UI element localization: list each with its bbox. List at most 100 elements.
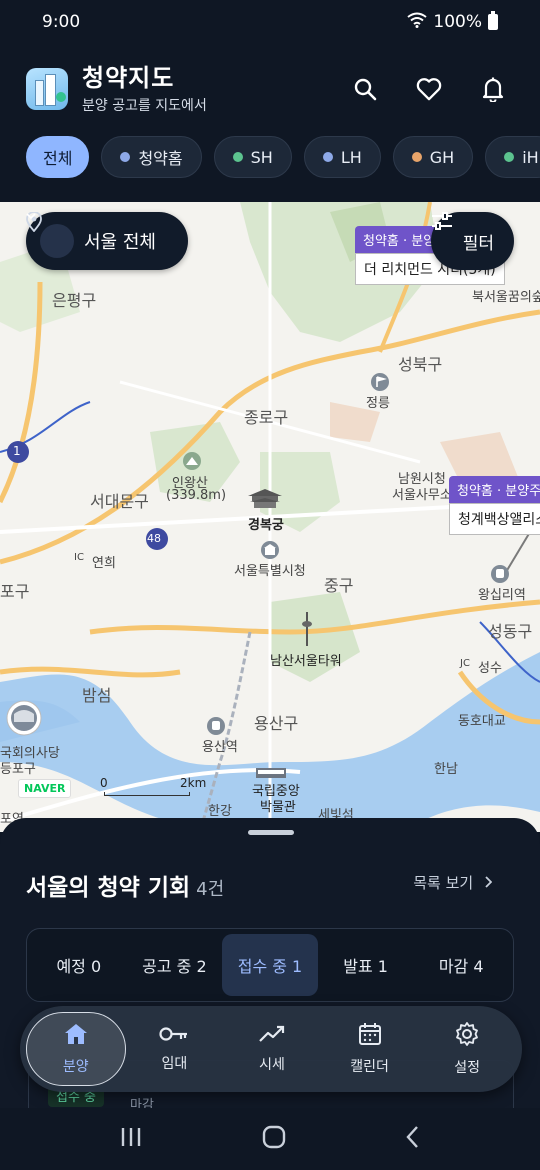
nav-label: 임대 xyxy=(161,1056,188,1072)
chip-all[interactable]: 전체 xyxy=(26,136,90,178)
battery-percent: 100% xyxy=(433,12,482,32)
dot-icon xyxy=(232,152,243,162)
location-selector-button[interactable]: 서울 전체 xyxy=(26,212,188,270)
dot-icon xyxy=(322,152,333,162)
map-label: 포구 xyxy=(0,582,30,601)
map-label: 용산구 xyxy=(254,714,299,733)
app-logo xyxy=(26,68,68,110)
wifi-icon xyxy=(407,12,428,33)
map-label: 북서울꿈의숲 xyxy=(472,290,540,305)
app-subtitle: 분양 공고를 지도에서 xyxy=(82,98,207,114)
nav-label: 캘린더 xyxy=(350,1059,389,1075)
map-label: 연희 xyxy=(92,556,116,571)
dot-icon xyxy=(411,152,422,162)
status-tabs: 예정 0 공고 중 2 접수 중 1 발표 1 마감 4 xyxy=(26,928,514,1002)
tab-accepting[interactable]: 접수 중 1 xyxy=(222,934,318,996)
chip-label: GH xyxy=(429,147,455,167)
nav-item-settings[interactable]: 설정 xyxy=(418,1012,516,1086)
map-label: IC xyxy=(74,552,84,563)
nav-label: 시세 xyxy=(259,1057,285,1073)
map-label: 서울특별시청 xyxy=(234,564,306,579)
map-label: 성북구 xyxy=(398,355,443,374)
app-title: 청약지도 xyxy=(82,64,175,92)
home-icon xyxy=(63,1022,89,1050)
dot-icon xyxy=(504,152,515,162)
chip-gh[interactable]: GH xyxy=(392,136,474,178)
battery-icon xyxy=(488,11,498,30)
chip-label: LH xyxy=(340,147,362,167)
dot-icon xyxy=(120,152,131,162)
map-label: 밤섬 xyxy=(82,686,112,705)
key-icon xyxy=(159,1025,189,1047)
map-marker[interactable]: 청약홈 · 분양주택 청계백상앨리스 xyxy=(449,476,540,535)
map-label: 서대문구 xyxy=(90,492,149,511)
home-button-icon[interactable] xyxy=(261,1124,287,1154)
scale-start: 0 xyxy=(100,776,108,790)
back-icon[interactable] xyxy=(405,1125,421,1153)
tab-results[interactable]: 발표 1 xyxy=(318,934,414,996)
chip-label: iH xyxy=(522,147,539,167)
nav-item-calendar[interactable]: 캘린더 xyxy=(321,1012,419,1086)
nav-item-sale[interactable]: 분양 xyxy=(26,1012,126,1086)
map-label: 한남 xyxy=(434,762,458,777)
system-navigation xyxy=(0,1108,540,1170)
search-icon[interactable] xyxy=(352,76,378,102)
recent-apps-icon[interactable] xyxy=(119,1126,143,1152)
chip-sh[interactable]: SH xyxy=(213,136,292,178)
naver-logo: NAVER xyxy=(18,779,72,798)
chevron-right-icon xyxy=(484,874,493,892)
map-label: 정릉 xyxy=(366,396,390,411)
status-bar: 9:00 100% xyxy=(0,0,540,44)
list-view-label: 목록 보기 xyxy=(413,874,474,892)
scale-end: 2km xyxy=(180,776,207,790)
bottom-navigation: 분양 임대 시세 캘린더 설정 xyxy=(20,1006,522,1092)
sheet-title-text: 서울의 청약 기회 xyxy=(26,875,191,901)
map-label: 1 xyxy=(13,444,21,458)
map-label: 성동구 xyxy=(488,622,533,641)
map-label: 48 xyxy=(147,532,161,545)
map-view[interactable]: 1 48 은평구 성북구 종로구 정릉 인왕산 (339.8m) 서대문구 경복… xyxy=(0,202,540,832)
chip-label: 전체 xyxy=(43,149,73,168)
map-label: 용산역 xyxy=(202,740,238,755)
chip-label: 청약홈 xyxy=(138,149,183,168)
app-header: 청약지도 분양 공고를 지도에서 xyxy=(26,54,516,124)
gear-icon xyxy=(454,1021,480,1051)
map-label: 왕십리역 xyxy=(478,588,526,603)
chip-ih[interactable]: iH xyxy=(485,136,540,178)
palace-icon xyxy=(246,488,284,510)
list-view-link[interactable]: 목록 보기 xyxy=(413,872,493,893)
nav-item-price[interactable]: 시세 xyxy=(223,1012,321,1086)
nav-item-rent[interactable]: 임대 xyxy=(126,1012,224,1086)
chip-cheongyakhome[interactable]: 청약홈 xyxy=(101,136,202,178)
calendar-icon xyxy=(358,1022,382,1050)
scale-bar xyxy=(104,792,190,796)
heart-icon[interactable] xyxy=(416,76,442,102)
marker-name: 청계백상앨리스 xyxy=(449,503,540,535)
source-filter-chips: 전체 청약홈 SH LH GH iH xyxy=(26,136,540,178)
map-label: 남산서울타워 xyxy=(270,654,342,669)
chip-lh[interactable]: LH xyxy=(303,136,381,178)
sheet-title: 서울의 청약 기회 4건 xyxy=(26,868,224,902)
map-label: 경복궁 xyxy=(248,518,284,533)
tab-upcoming[interactable]: 예정 0 xyxy=(31,934,127,996)
trend-line-icon xyxy=(258,1024,286,1048)
nav-label: 설정 xyxy=(454,1060,481,1076)
status-icons: 100% xyxy=(407,11,498,33)
map-label: 서울사무소 xyxy=(392,488,452,503)
map-label: 동호대교 xyxy=(458,714,506,729)
nav-label: 분양 xyxy=(62,1059,89,1075)
sheet-drag-handle[interactable] xyxy=(248,830,294,835)
tab-closed[interactable]: 마감 4 xyxy=(413,934,509,996)
filter-button[interactable]: 필터 xyxy=(430,212,514,270)
map-label: 박물관 xyxy=(260,800,296,815)
marker-tag: 청약홈 · 분양주택 xyxy=(449,476,540,503)
bell-icon[interactable] xyxy=(480,76,506,102)
location-selector-label: 서울 전체 xyxy=(84,232,156,253)
map-label: 중구 xyxy=(324,576,354,595)
map-label: 등포구 xyxy=(0,762,36,777)
map-label: 한강 xyxy=(208,804,232,819)
tab-announced[interactable]: 공고 중 2 xyxy=(127,934,223,996)
map-label: 종로구 xyxy=(244,408,289,427)
map-label: JC xyxy=(460,658,470,669)
chip-label: SH xyxy=(250,147,273,167)
